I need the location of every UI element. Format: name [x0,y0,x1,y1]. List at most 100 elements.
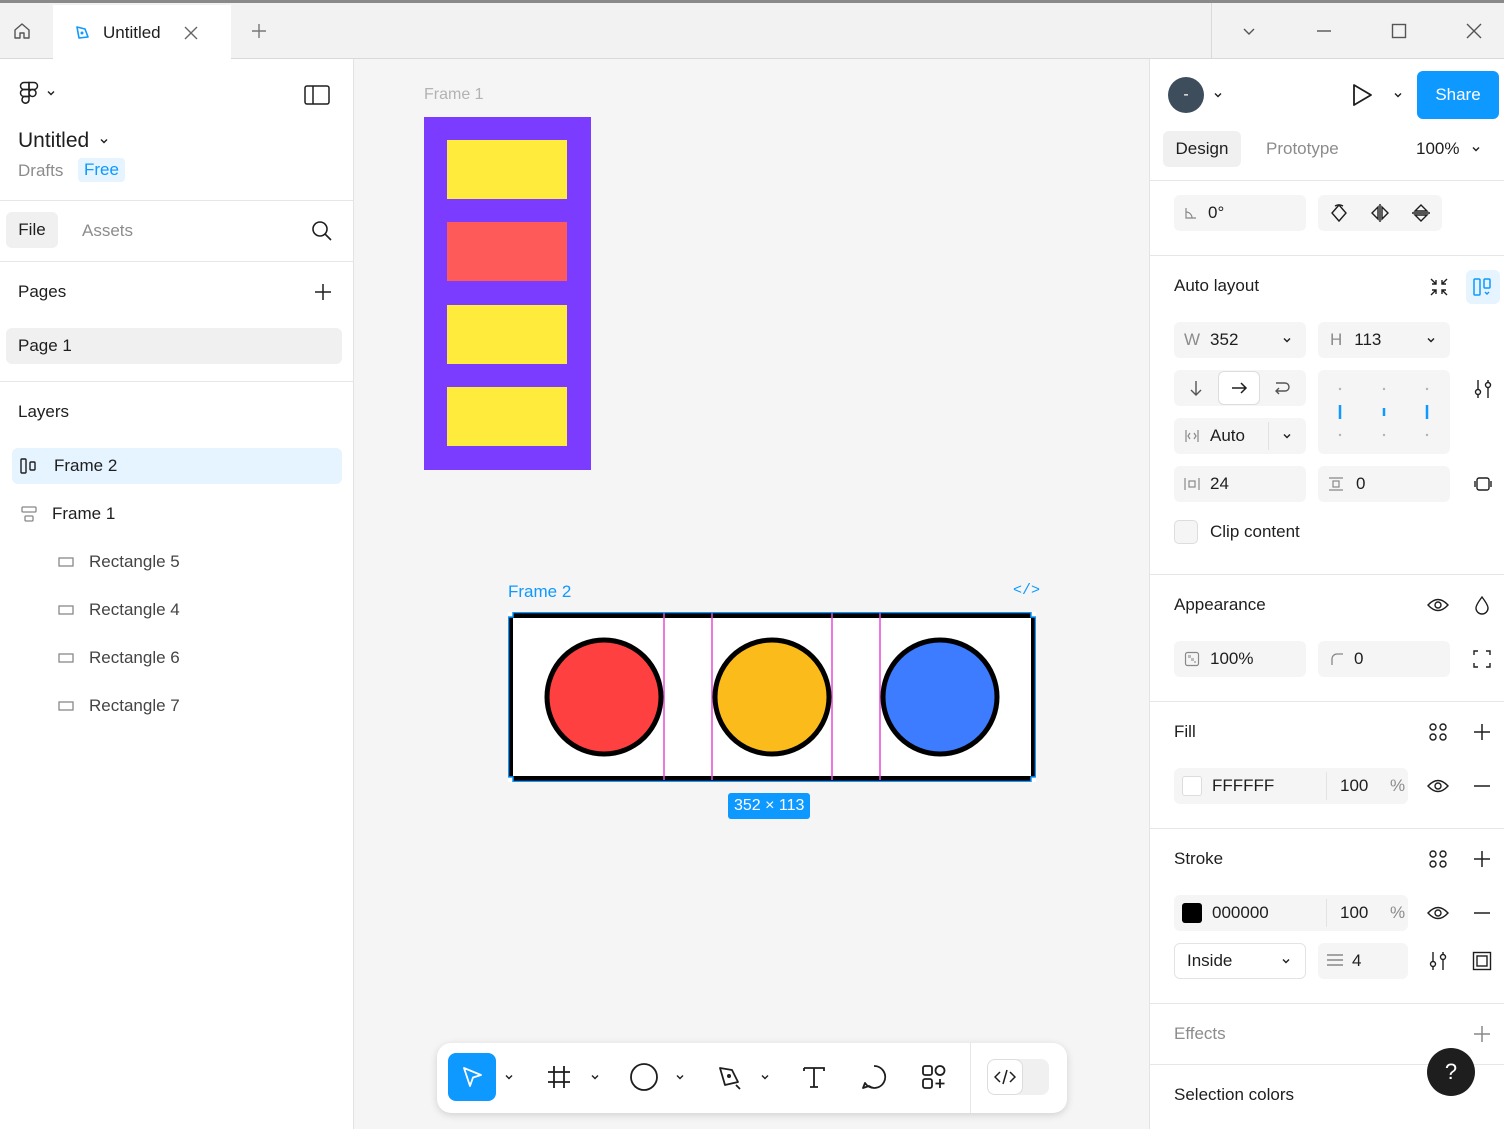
fill-color-field[interactable]: FFFFFF 100 % [1174,768,1408,804]
frame-tool-button[interactable] [537,1053,581,1101]
stroke-weight-field[interactable]: 4 [1318,943,1408,979]
add-effect-icon[interactable] [1468,1020,1496,1048]
tab-file[interactable]: File [6,212,58,248]
chevron-down-icon[interactable] [1390,87,1406,103]
present-play-icon[interactable] [1348,81,1376,109]
independent-corners-icon[interactable] [1468,645,1496,673]
auto-layout-toggle-icon[interactable] [1466,270,1500,304]
corner-radius-value: 0 [1354,649,1364,668]
stroke-sides-icon[interactable] [1468,947,1496,975]
layer-item-rectangle-5[interactable]: Rectangle 5 [12,544,342,580]
dev-mode-toggle[interactable] [987,1059,1049,1095]
frame-2[interactable] [508,612,1036,782]
eye-icon[interactable] [1424,899,1452,927]
close-tab-icon[interactable] [183,25,199,41]
opacity-field[interactable]: 100% [1174,641,1306,677]
add-stroke-icon[interactable] [1468,845,1496,873]
tab-design[interactable]: Design [1163,131,1241,167]
rotation-field[interactable]: 0° [1174,195,1306,231]
chevron-down-icon[interactable] [672,1053,688,1101]
text-tool-button[interactable] [792,1053,836,1101]
help-button[interactable]: ? [1427,1048,1475,1096]
padding-field[interactable]: 0 [1318,466,1450,502]
pen-tool-button[interactable] [708,1053,752,1101]
frame-1[interactable] [424,117,591,470]
maximize-icon[interactable] [1379,3,1419,59]
rectangle-6[interactable] [447,305,567,364]
layer-item-rectangle-7[interactable]: Rectangle 7 [12,688,342,724]
stroke-swatch[interactable] [1182,903,1202,923]
layer-item-frame-1[interactable]: Frame 1 [12,496,342,532]
stroke-settings-icon[interactable] [1424,947,1452,975]
width-field[interactable]: W 352 [1174,322,1306,358]
main-menu-button[interactable] [18,81,56,105]
shape-tool-button[interactable] [622,1053,666,1101]
arrow-down-icon[interactable] [1174,370,1218,406]
padding-options-icon[interactable] [1468,469,1498,499]
move-tool-button[interactable] [448,1053,496,1101]
rotate-icon[interactable] [1329,203,1349,223]
layer-item-rectangle-4[interactable]: Rectangle 4 [12,592,342,628]
remove-fill-icon[interactable] [1468,772,1496,800]
comment-tool-button[interactable] [852,1053,896,1101]
layer-item-frame-2[interactable]: Frame 2 [12,448,342,484]
blend-mode-icon[interactable] [1468,591,1496,619]
alignment-grid[interactable] [1318,370,1450,454]
chevron-down-icon[interactable] [501,1053,517,1101]
close-window-icon[interactable] [1454,3,1494,59]
frame-2-label[interactable]: Frame 2 [508,582,571,602]
avatar[interactable]: - [1168,77,1204,113]
eye-icon[interactable] [1424,591,1452,619]
file-location[interactable]: Drafts [18,161,63,181]
chevron-down-icon[interactable] [1210,87,1226,103]
sidebar-toggle-icon[interactable] [302,81,332,109]
height-value: 113 [1354,330,1382,349]
minimize-icon[interactable] [1304,3,1344,59]
appearance-heading: Appearance [1174,595,1266,614]
frame-1-label[interactable]: Frame 1 [424,86,484,104]
chevron-down-icon[interactable] [1426,335,1436,345]
collapse-icon[interactable] [1424,272,1454,302]
spacing-mode-dropdown[interactable]: Auto [1174,418,1306,454]
chevron-down-icon[interactable] [1229,3,1269,59]
rectangle-7[interactable] [447,387,567,446]
actions-tool-button[interactable] [912,1053,956,1101]
new-tab-icon[interactable] [244,3,274,59]
clip-content-checkbox[interactable] [1174,520,1198,544]
chevron-down-icon[interactable] [587,1053,603,1101]
styles-icon[interactable] [1424,845,1452,873]
flip-vertical-icon[interactable] [1411,203,1431,223]
layout-settings-icon[interactable] [1468,374,1498,404]
home-icon[interactable] [0,3,44,59]
wrap-icon[interactable] [1260,370,1304,406]
file-name-button[interactable]: Untitled [18,129,109,153]
rectangle-5[interactable] [447,140,567,199]
corner-radius-field[interactable]: 0 [1318,641,1450,677]
fill-swatch[interactable] [1182,776,1202,796]
tab-prototype[interactable]: Prototype [1266,139,1339,159]
rectangle-4[interactable] [447,222,567,281]
layer-item-rectangle-6[interactable]: Rectangle 6 [12,640,342,676]
plan-badge[interactable]: Free [78,158,125,182]
tab-assets[interactable]: Assets [82,221,133,241]
tab-untitled[interactable]: Untitled [53,5,231,60]
styles-icon[interactable] [1424,718,1452,746]
arrow-right-icon[interactable] [1218,371,1260,405]
zoom-dropdown[interactable]: 100% [1416,139,1481,159]
stroke-color-field[interactable]: 000000 100 % [1174,895,1408,931]
chevron-down-icon[interactable] [757,1053,773,1101]
search-icon[interactable] [308,217,336,245]
flip-horizontal-icon[interactable] [1370,203,1390,223]
eye-icon[interactable] [1424,772,1452,800]
stroke-position-dropdown[interactable]: Inside [1174,943,1306,979]
remove-stroke-icon[interactable] [1468,899,1496,927]
page-item-1[interactable]: Page 1 [6,328,342,364]
canvas[interactable]: Frame 1 Frame 2 </> 352 × 113 [355,59,1148,1129]
gap-field[interactable]: 24 [1174,466,1306,502]
height-field[interactable]: H 113 [1318,322,1450,358]
chevron-down-icon[interactable] [1282,335,1292,345]
add-fill-icon[interactable] [1468,718,1496,746]
share-button[interactable]: Share [1417,71,1499,119]
add-page-icon[interactable] [310,279,336,305]
code-icon[interactable]: </> [1013,582,1040,599]
